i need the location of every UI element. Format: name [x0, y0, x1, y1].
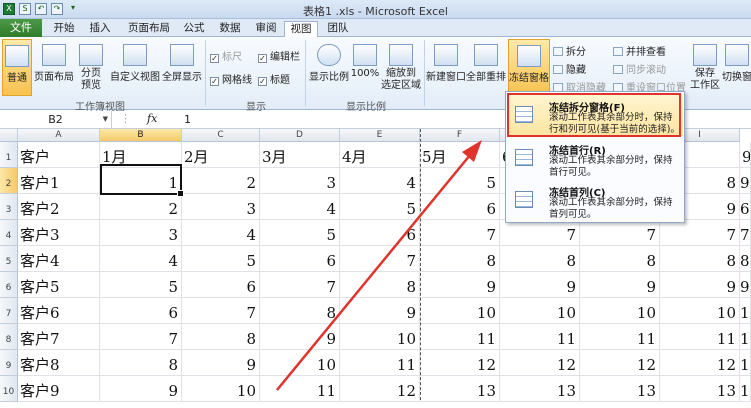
annotation-arrow — [276, 140, 482, 391]
arrow-shaft — [276, 148, 476, 391]
arrow-head — [462, 140, 482, 162]
